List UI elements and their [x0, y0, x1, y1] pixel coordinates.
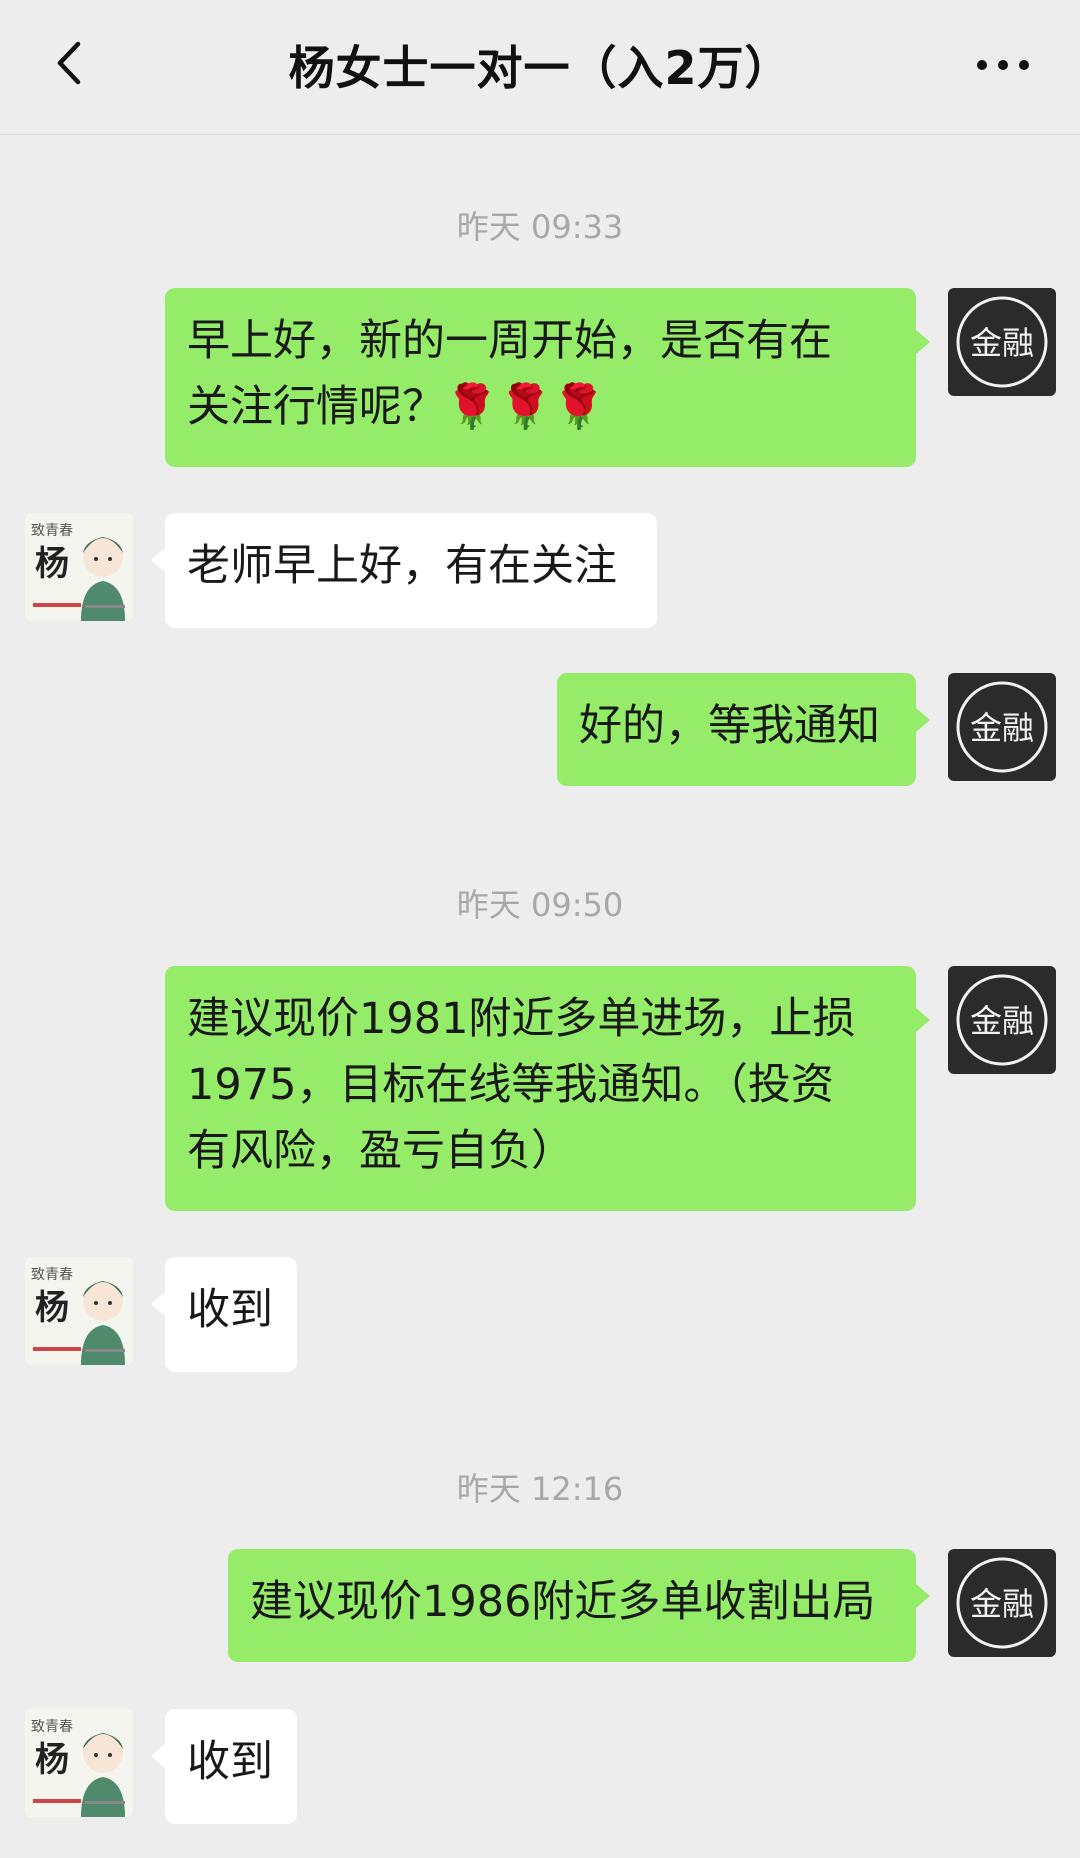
sender-avatar[interactable]: 金融 [948, 673, 1056, 781]
avatar-caption: 致青春 [31, 1267, 73, 1283]
message-bubble-outgoing[interactable]: 早上好，新的一周开始，是否有在 关注行情呢？🌹🌹🌹 [165, 288, 916, 467]
message-bubble-incoming[interactable]: 老师早上好，有在关注 [165, 513, 657, 628]
message-bubble-outgoing[interactable]: 好的，等我通知 [557, 673, 916, 786]
bubble-tail [916, 1584, 930, 1608]
contact-avatar-icon: 致青春 杨 [25, 1709, 133, 1817]
bubble-tail [916, 330, 930, 354]
avatar-caption: 致青春 [31, 1719, 73, 1735]
timestamp: 昨天 12:16 [456, 1470, 624, 1508]
contact-avatar[interactable]: 致青春 杨 [25, 513, 133, 621]
avatar-name-char: 杨 [35, 544, 69, 584]
bubble-tail [916, 708, 930, 732]
contact-avatar[interactable]: 致青春 杨 [25, 1257, 133, 1365]
message-bubble-incoming[interactable]: 收到 [165, 1257, 297, 1372]
chat-header: 杨女士一对一（入2万） [0, 0, 1080, 135]
message-text: 早上好，新的一周开始，是否有在 [187, 316, 832, 366]
finance-logo-text: 金融 [970, 709, 1034, 747]
timestamp: 昨天 09:33 [456, 208, 624, 246]
avatar-caption: 致青春 [31, 523, 73, 539]
sender-avatar[interactable]: 金融 [948, 288, 1056, 396]
finance-logo-text: 金融 [970, 324, 1034, 362]
sender-avatar[interactable]: 金融 [948, 966, 1056, 1074]
message-text: 1975，目标在线等我通知。（投资 [187, 1060, 834, 1110]
message-text: 收到 [187, 1285, 273, 1335]
message-text: 老师早上好，有在关注 [187, 541, 617, 591]
finance-logo-icon: 金融 [956, 974, 1048, 1066]
message-text: 收到 [187, 1737, 273, 1787]
message-bubble-incoming[interactable]: 收到 [165, 1709, 297, 1824]
bubble-tail [151, 1744, 165, 1768]
bubble-tail [151, 1292, 165, 1316]
finance-logo-icon: 金融 [956, 681, 1048, 773]
message-text: 建议现价1981附近多单进场，止损 [187, 994, 856, 1044]
finance-logo-icon: 金融 [956, 1557, 1048, 1649]
message-text: 有风险，盈亏自负） [187, 1126, 574, 1176]
contact-avatar-icon: 致青春 杨 [25, 513, 133, 621]
finance-logo-text: 金融 [970, 1002, 1034, 1040]
sender-avatar[interactable]: 金融 [948, 1549, 1056, 1657]
avatar-name-char: 杨 [35, 1740, 69, 1780]
finance-logo-icon: 金融 [956, 296, 1048, 388]
chat-screen: 杨女士一对一（入2万） 昨天 09:33 早上好，新的一周开始，是否有在 关注行… [0, 0, 1080, 1858]
ellipsis-icon [977, 60, 1029, 70]
message-text: 关注行情呢？🌹🌹🌹 [187, 382, 606, 432]
more-options-button[interactable] [968, 40, 1038, 90]
finance-logo-text: 金融 [970, 1585, 1034, 1623]
message-bubble-outgoing[interactable]: 建议现价1986附近多单收割出局 [228, 1549, 916, 1662]
message-bubble-outgoing[interactable]: 建议现价1981附近多单进场，止损 1975，目标在线等我通知。（投资 有风险，… [165, 966, 916, 1211]
contact-avatar[interactable]: 致青春 杨 [25, 1709, 133, 1817]
message-text: 好的，等我通知 [579, 701, 880, 751]
avatar-name-char: 杨 [35, 1288, 69, 1328]
bubble-tail [916, 1008, 930, 1032]
contact-avatar-icon: 致青春 杨 [25, 1257, 133, 1365]
timestamp: 昨天 09:50 [456, 886, 624, 924]
message-text: 建议现价1986附近多单收割出局 [250, 1577, 876, 1627]
chat-title: 杨女士一对一（入2万） [288, 41, 792, 95]
bubble-tail [151, 548, 165, 572]
